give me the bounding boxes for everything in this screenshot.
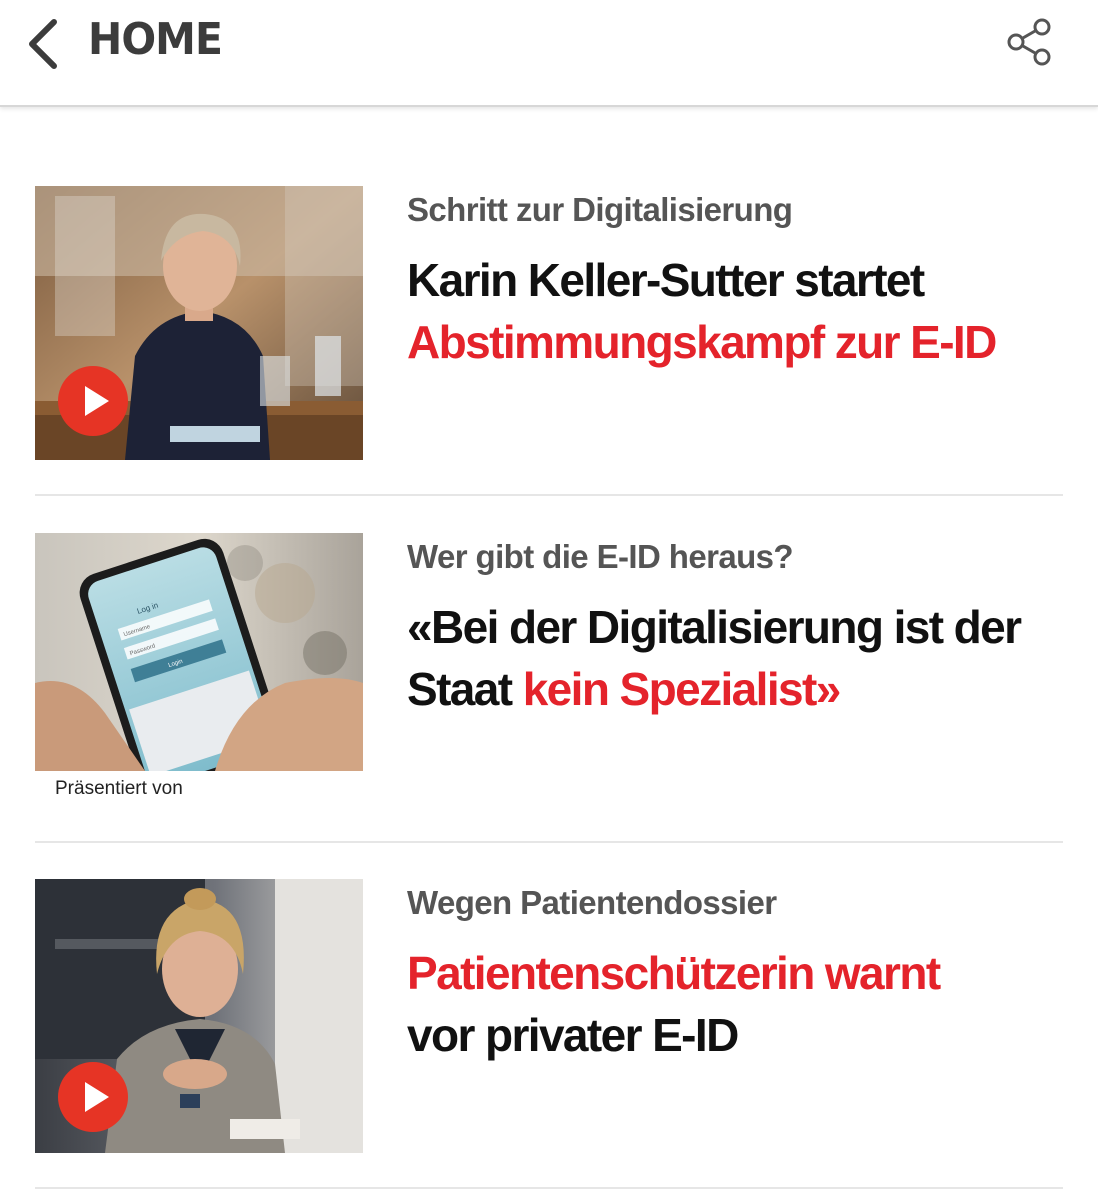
headline-part-red: kein Spezialist» [522, 663, 842, 715]
article-text: Wer gibt die E-ID heraus? «Bei der Digit… [407, 533, 1067, 720]
article-headline[interactable]: Patientenschützerin warnt vor privater E… [407, 942, 1067, 1066]
share-icon [1007, 18, 1051, 66]
share-button[interactable] [1002, 14, 1058, 70]
article-headline[interactable]: Karin Keller-Sutter startet Abstimmungsk… [407, 249, 1067, 373]
article-thumbnail[interactable] [35, 186, 363, 460]
headline-part-red: Patientenschützerin warnt [407, 947, 941, 999]
article-text: Wegen Patientendossier Patientenschützer… [407, 879, 1067, 1066]
article-photo-smartphone-login: Log in Username Password Login [35, 533, 363, 771]
article-card-1[interactable]: Schritt zur Digitalisierung Karin Keller… [35, 186, 1063, 460]
article-divider [35, 494, 1063, 496]
article-thumbnail[interactable]: Log in Username Password Login Präsentie… [35, 533, 363, 807]
article-kicker: Wegen Patientendossier [407, 884, 777, 921]
page-title: HOME [88, 14, 223, 65]
article-divider [35, 1187, 1063, 1189]
article-kicker: Schritt zur Digitalisierung [407, 191, 793, 228]
chevron-left-icon [29, 19, 57, 69]
sponsor-prefix: Präsentiert von [55, 778, 183, 799]
sponsor-label: Präsentiert von digitalswitzerland [35, 771, 363, 807]
play-video-button[interactable] [58, 366, 128, 436]
back-button[interactable] [22, 16, 64, 72]
article-card-2[interactable]: Log in Username Password Login Präsentie… [35, 533, 1063, 807]
article-headline[interactable]: «Bei der Digitalisierung ist der Staat k… [407, 596, 1067, 720]
article-divider [35, 841, 1063, 843]
article-card-3[interactable]: Wegen Patientendossier Patientenschützer… [35, 879, 1063, 1153]
headline-part-black: Karin Keller-Sutter startet [407, 254, 925, 306]
article-kicker: Wer gibt die E-ID heraus? [407, 538, 794, 575]
play-video-button[interactable] [58, 1062, 128, 1132]
headline-part-black: vor privater E-ID [407, 1009, 739, 1061]
article-thumbnail[interactable] [35, 879, 363, 1153]
top-bar: HOME [0, 0, 1098, 107]
article-text: Schritt zur Digitalisierung Karin Keller… [407, 186, 1067, 373]
headline-part-red: Abstimmungskampf zur E-ID [407, 316, 997, 368]
